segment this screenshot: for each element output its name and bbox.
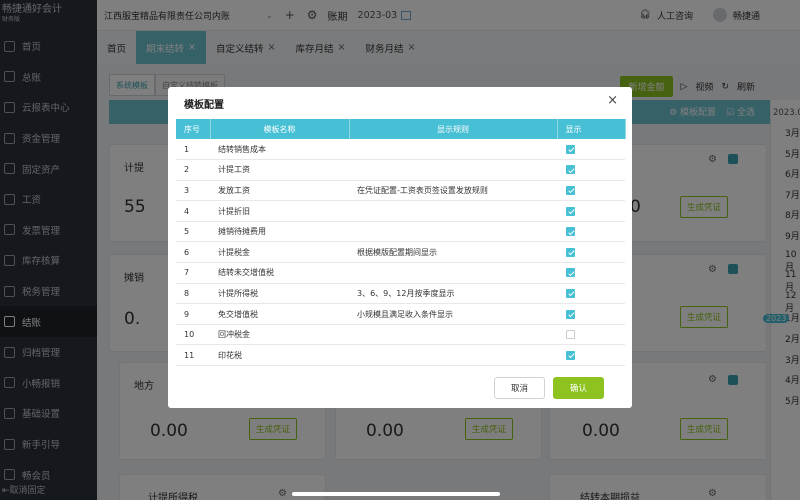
horizontal-scrollbar[interactable] bbox=[292, 492, 500, 496]
show-cell bbox=[557, 200, 625, 222]
show-checkbox[interactable] bbox=[566, 144, 575, 154]
column-header-show: 显示 bbox=[557, 119, 626, 139]
table-row: 1 结转销售成本 bbox=[176, 139, 625, 161]
show-checkbox[interactable] bbox=[566, 165, 575, 175]
template-name: 结转销售成本 bbox=[210, 139, 349, 161]
table-header-row: 序号 模板名称 显示规则 显示 bbox=[176, 119, 626, 139]
column-header-no: 序号 bbox=[176, 119, 211, 139]
show-checkbox[interactable] bbox=[566, 247, 575, 257]
template-name: 免交增值税 bbox=[210, 303, 349, 325]
display-rule bbox=[349, 262, 557, 284]
show-cell bbox=[557, 159, 625, 181]
template-name: 发放工资 bbox=[210, 180, 349, 202]
table-row: 3 发放工资 在凭证配置-工资表页签设置发放规则 bbox=[176, 180, 625, 202]
table-row: 6 计提税金 根据模版配置期间显示 bbox=[176, 241, 625, 264]
display-rule bbox=[349, 324, 557, 346]
cancel-button[interactable]: 取消 bbox=[494, 377, 545, 399]
table-row: 9 免交增值税 小规模且满足收入条件显示 bbox=[176, 303, 625, 325]
dialog-title: 模板配置 bbox=[184, 100, 224, 111]
table-row: 10 回冲税金 bbox=[176, 324, 625, 346]
table-row: 11 印花税 bbox=[176, 344, 625, 367]
show-cell bbox=[557, 139, 625, 161]
display-rule: 3、6、9、12月按季度显示 bbox=[349, 283, 557, 305]
template-name: 摊销待摊费用 bbox=[210, 221, 349, 243]
display-rule bbox=[349, 344, 557, 367]
close-icon[interactable]: × bbox=[607, 93, 618, 108]
row-number: 9 bbox=[176, 303, 210, 325]
template-name: 结转未交增值税 bbox=[210, 262, 349, 284]
table-row: 7 结转未交增值税 bbox=[176, 262, 625, 284]
row-number: 4 bbox=[176, 200, 210, 222]
template-name: 计提折旧 bbox=[210, 200, 349, 222]
template-name: 回冲税金 bbox=[210, 324, 349, 346]
show-cell bbox=[557, 344, 625, 367]
show-checkbox[interactable] bbox=[566, 268, 575, 278]
row-number: 7 bbox=[176, 262, 210, 284]
show-cell bbox=[557, 303, 625, 325]
template-config-dialog: 模板配置 × 序号 模板名称 显示规则 显示 1 结转销售成本 2 计提工资 3 发放工资… bbox=[168, 87, 632, 408]
display-rule: 小规模且满足收入条件显示 bbox=[349, 303, 557, 325]
show-cell bbox=[557, 283, 625, 305]
show-checkbox[interactable] bbox=[566, 288, 575, 298]
row-number: 8 bbox=[176, 283, 210, 305]
row-number: 11 bbox=[176, 344, 210, 367]
column-header-rule: 显示规则 bbox=[349, 119, 558, 139]
display-rule bbox=[349, 139, 557, 161]
table-row: 4 计提折旧 bbox=[176, 200, 625, 222]
show-checkbox[interactable] bbox=[566, 309, 575, 319]
display-rule bbox=[349, 200, 557, 222]
display-rule bbox=[349, 159, 557, 181]
table-row: 8 计提所得税 3、6、9、12月按季度显示 bbox=[176, 283, 625, 305]
row-number: 5 bbox=[176, 221, 210, 243]
template-table: 序号 模板名称 显示规则 显示 1 结转销售成本 2 计提工资 3 发放工资 在凭证配置-工… bbox=[176, 119, 626, 367]
row-number: 6 bbox=[176, 241, 210, 264]
show-checkbox[interactable] bbox=[566, 185, 575, 195]
row-number: 2 bbox=[176, 159, 210, 181]
row-number: 10 bbox=[176, 324, 210, 346]
row-number: 3 bbox=[176, 180, 210, 202]
template-name: 计提工资 bbox=[210, 159, 349, 181]
display-rule: 在凭证配置-工资表页签设置发放规则 bbox=[349, 180, 557, 202]
show-cell bbox=[557, 324, 625, 346]
show-checkbox[interactable] bbox=[566, 227, 575, 237]
show-cell bbox=[557, 180, 625, 202]
show-cell bbox=[557, 241, 625, 264]
show-checkbox[interactable] bbox=[566, 206, 575, 216]
template-name: 印花税 bbox=[210, 344, 349, 367]
display-rule bbox=[349, 221, 557, 243]
column-header-name: 模板名称 bbox=[210, 119, 350, 139]
show-cell bbox=[557, 221, 625, 243]
show-checkbox[interactable] bbox=[566, 330, 575, 340]
show-cell bbox=[557, 262, 625, 284]
table-row: 2 计提工资 bbox=[176, 159, 625, 181]
template-name: 计提所得税 bbox=[210, 283, 349, 305]
table-row: 5 摊销待摊费用 bbox=[176, 221, 625, 243]
template-name: 计提税金 bbox=[210, 241, 349, 264]
display-rule: 根据模版配置期间显示 bbox=[349, 241, 557, 264]
show-checkbox[interactable] bbox=[566, 350, 575, 360]
row-number: 1 bbox=[176, 139, 210, 161]
confirm-button[interactable]: 确认 bbox=[553, 377, 604, 399]
